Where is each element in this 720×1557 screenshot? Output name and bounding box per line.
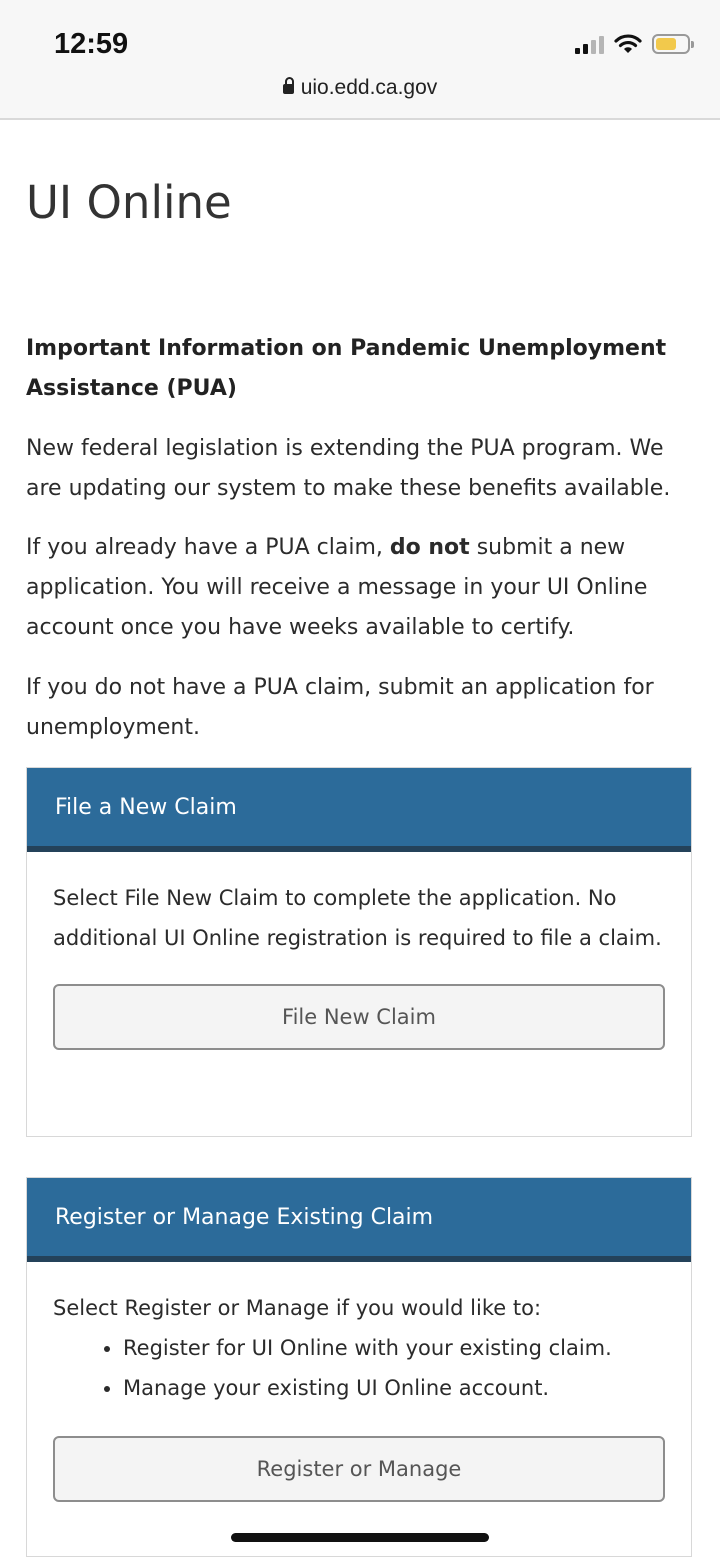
panel-heading: File a New Claim bbox=[55, 794, 237, 820]
bullet-list: Register for UI Online with your existin… bbox=[53, 1328, 665, 1408]
notice-paragraph-1: New federal legislation is extending the… bbox=[26, 436, 671, 501]
panel-intro: Select Register or Manage if you would l… bbox=[53, 1296, 542, 1320]
panel-body: Select File New Claim to complete the ap… bbox=[27, 852, 691, 1050]
notice-paragraph-3: If you do not have a PUA claim, submit a… bbox=[26, 675, 654, 740]
list-item: Manage your existing UI Online account. bbox=[123, 1368, 665, 1408]
page-title: UI Online bbox=[26, 176, 232, 229]
url-text: uio.edd.ca.gov bbox=[300, 76, 438, 99]
status-icons bbox=[575, 30, 694, 58]
status-bar: 12:59 uio.edd.ca.gov bbox=[0, 0, 720, 120]
file-new-claim-panel: File a New Claim Select File New Claim t… bbox=[26, 767, 692, 1137]
cellular-signal-icon bbox=[575, 34, 604, 54]
home-indicator[interactable] bbox=[231, 1533, 489, 1542]
panel-body: Select Register or Manage if you would l… bbox=[27, 1262, 691, 1502]
lock-icon bbox=[282, 77, 294, 94]
wifi-icon bbox=[614, 34, 642, 53]
register-or-manage-button[interactable]: Register or Manage bbox=[53, 1436, 665, 1502]
panel-header: File a New Claim bbox=[27, 768, 691, 852]
address-bar[interactable]: uio.edd.ca.gov bbox=[0, 76, 720, 100]
panel-description: Select File New Claim to complete the ap… bbox=[53, 886, 662, 950]
file-new-claim-button[interactable]: File New Claim bbox=[53, 984, 665, 1050]
list-item: Register for UI Online with your existin… bbox=[123, 1328, 665, 1368]
status-time: 12:59 bbox=[54, 28, 129, 60]
paragraph-2-emphasis: do not bbox=[389, 535, 470, 560]
paragraph-2-start: If you already have a PUA claim, bbox=[26, 535, 390, 560]
notice-heading: Important Information on Pandemic Unempl… bbox=[26, 336, 667, 401]
notice-paragraph-2: If you already have a PUA claim, do not … bbox=[26, 528, 706, 648]
battery-icon bbox=[652, 34, 694, 54]
panel-header: Register or Manage Existing Claim bbox=[27, 1178, 691, 1262]
panel-heading: Register or Manage Existing Claim bbox=[55, 1204, 434, 1230]
register-manage-panel: Register or Manage Existing Claim Select… bbox=[26, 1177, 692, 1557]
